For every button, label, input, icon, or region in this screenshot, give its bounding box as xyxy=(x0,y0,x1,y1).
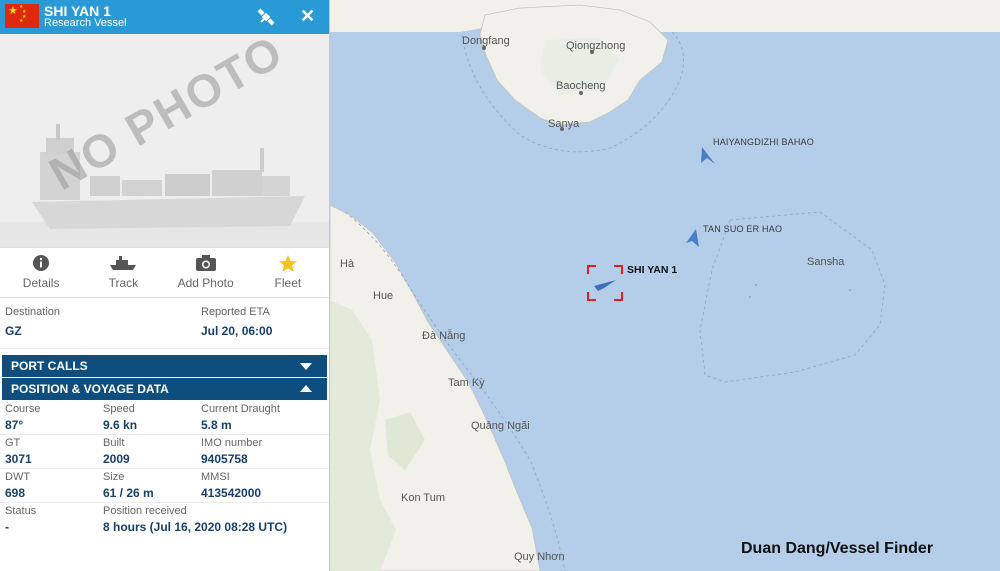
built-label: Built xyxy=(103,437,125,449)
size-label: Size xyxy=(103,471,125,483)
destination-label: Destination xyxy=(5,306,61,318)
vessel-label[interactable]: HAIYANGDIZHI BAHAO xyxy=(713,137,814,147)
vessel-type: Research Vessel xyxy=(44,17,127,29)
place-label: Quy Nhơn xyxy=(514,551,565,563)
details-button[interactable]: Details xyxy=(0,248,82,297)
image-credit: Duan Dang/Vessel Finder xyxy=(741,540,934,557)
close-icon[interactable]: ✕ xyxy=(300,5,315,27)
fleet-label: Fleet xyxy=(274,276,302,290)
dwt-label: DWT xyxy=(5,471,31,483)
ship-track-icon xyxy=(110,256,137,270)
camera-icon xyxy=(195,255,216,271)
speed-label: Speed xyxy=(103,403,135,415)
position-received-value: 8 hours (Jul 16, 2020 08:28 UTC) xyxy=(103,520,288,534)
voyage-row: Status - Position received 8 hours (Jul 16… xyxy=(0,503,329,536)
place-label: Đà Nẵng xyxy=(422,330,466,342)
place-label: Kon Tum xyxy=(401,492,446,504)
gt-label: GT xyxy=(5,437,21,449)
place-label: Tam Kỳ xyxy=(448,377,485,389)
vessel-label[interactable]: TAN SUO ER HAO xyxy=(703,224,782,234)
built-value: 2009 xyxy=(103,452,130,466)
vessel-photo-placeholder: NO PHOTO xyxy=(0,34,329,248)
status-label: Status xyxy=(5,505,37,517)
draught-label: Current Draught xyxy=(201,403,280,415)
place-label: Hue xyxy=(373,290,394,302)
destination-row: Destination GZ Reported ETA Jul 20, 06:0… xyxy=(0,298,329,349)
position-received-label: Position received xyxy=(103,505,187,517)
voyage-row: DWT 698 Size 61 / 26 m MMSI 413542000 xyxy=(0,469,329,503)
chevron-up-icon xyxy=(300,385,312,392)
place-label: Baocheng xyxy=(556,80,606,92)
selected-vessel-marker[interactable] xyxy=(586,264,624,302)
info-icon xyxy=(33,255,50,271)
draught-value: 5.8 m xyxy=(201,418,232,432)
add-photo-button[interactable]: Add Photo xyxy=(165,248,247,297)
status-value: - xyxy=(5,520,9,534)
position-voyage-section-toggle[interactable]: POSITION & VOYAGE DATA xyxy=(2,378,327,400)
place-label: Quảng Ngãi xyxy=(471,420,530,432)
destination-value: GZ xyxy=(5,324,22,338)
place-label: Hà xyxy=(340,258,355,270)
place-label: Sanya xyxy=(548,118,580,130)
size-value: 61 / 26 m xyxy=(103,486,154,500)
voyage-data-grid: Course 87° Speed 9.6 kn Current Draught 5.8… xyxy=(0,401,329,536)
vessel-info-panel: ★ ★ ★ ★ ★ SHI YAN 1 Research Vessel ✕ NO… xyxy=(0,0,330,571)
mmsi-value: 413542000 xyxy=(201,486,262,500)
eta-label: Reported ETA xyxy=(201,306,270,318)
details-label: Details xyxy=(22,276,60,290)
course-label: Course xyxy=(5,403,41,415)
vessel-marker-icon[interactable] xyxy=(698,145,718,167)
satellite-icon[interactable] xyxy=(255,6,277,28)
mmsi-label: MMSI xyxy=(201,471,230,483)
dwt-value: 698 xyxy=(5,486,26,500)
action-toolbar: Details Track Add Photo Fleet xyxy=(0,248,329,298)
port-calls-title: PORT CALLS xyxy=(11,359,88,373)
place-label: Sansha xyxy=(807,256,845,268)
chevron-down-icon xyxy=(300,363,312,370)
add-photo-label: Add Photo xyxy=(177,276,234,290)
panel-header: ★ ★ ★ ★ ★ SHI YAN 1 Research Vessel ✕ xyxy=(0,0,329,34)
vessel-marker-icon[interactable] xyxy=(683,227,703,249)
course-value: 87° xyxy=(5,418,24,432)
place-label: Qiongzhong xyxy=(566,40,626,52)
imo-label: IMO number xyxy=(201,437,263,449)
imo-value: 9405758 xyxy=(201,452,248,466)
voyage-row: Course 87° Speed 9.6 kn Current Draught 5.8… xyxy=(0,401,329,435)
voyage-row: GT 3071 Built 2009 IMO number 9405758 xyxy=(0,435,329,469)
track-button[interactable]: Track xyxy=(82,248,164,297)
eta-value: Jul 20, 06:00 xyxy=(201,324,273,338)
china-flag-icon: ★ ★ ★ ★ ★ xyxy=(5,4,39,28)
position-voyage-title: POSITION & VOYAGE DATA xyxy=(11,382,169,396)
gt-value: 3071 xyxy=(5,452,32,466)
speed-value: 9.6 kn xyxy=(103,418,138,432)
star-icon xyxy=(278,254,297,272)
selected-vessel-label[interactable]: SHI YAN 1 xyxy=(627,264,677,276)
fleet-button[interactable]: Fleet xyxy=(247,248,329,297)
port-calls-section-toggle[interactable]: PORT CALLS xyxy=(2,355,327,377)
place-label: Dongfang xyxy=(462,35,510,47)
track-label: Track xyxy=(108,276,139,290)
